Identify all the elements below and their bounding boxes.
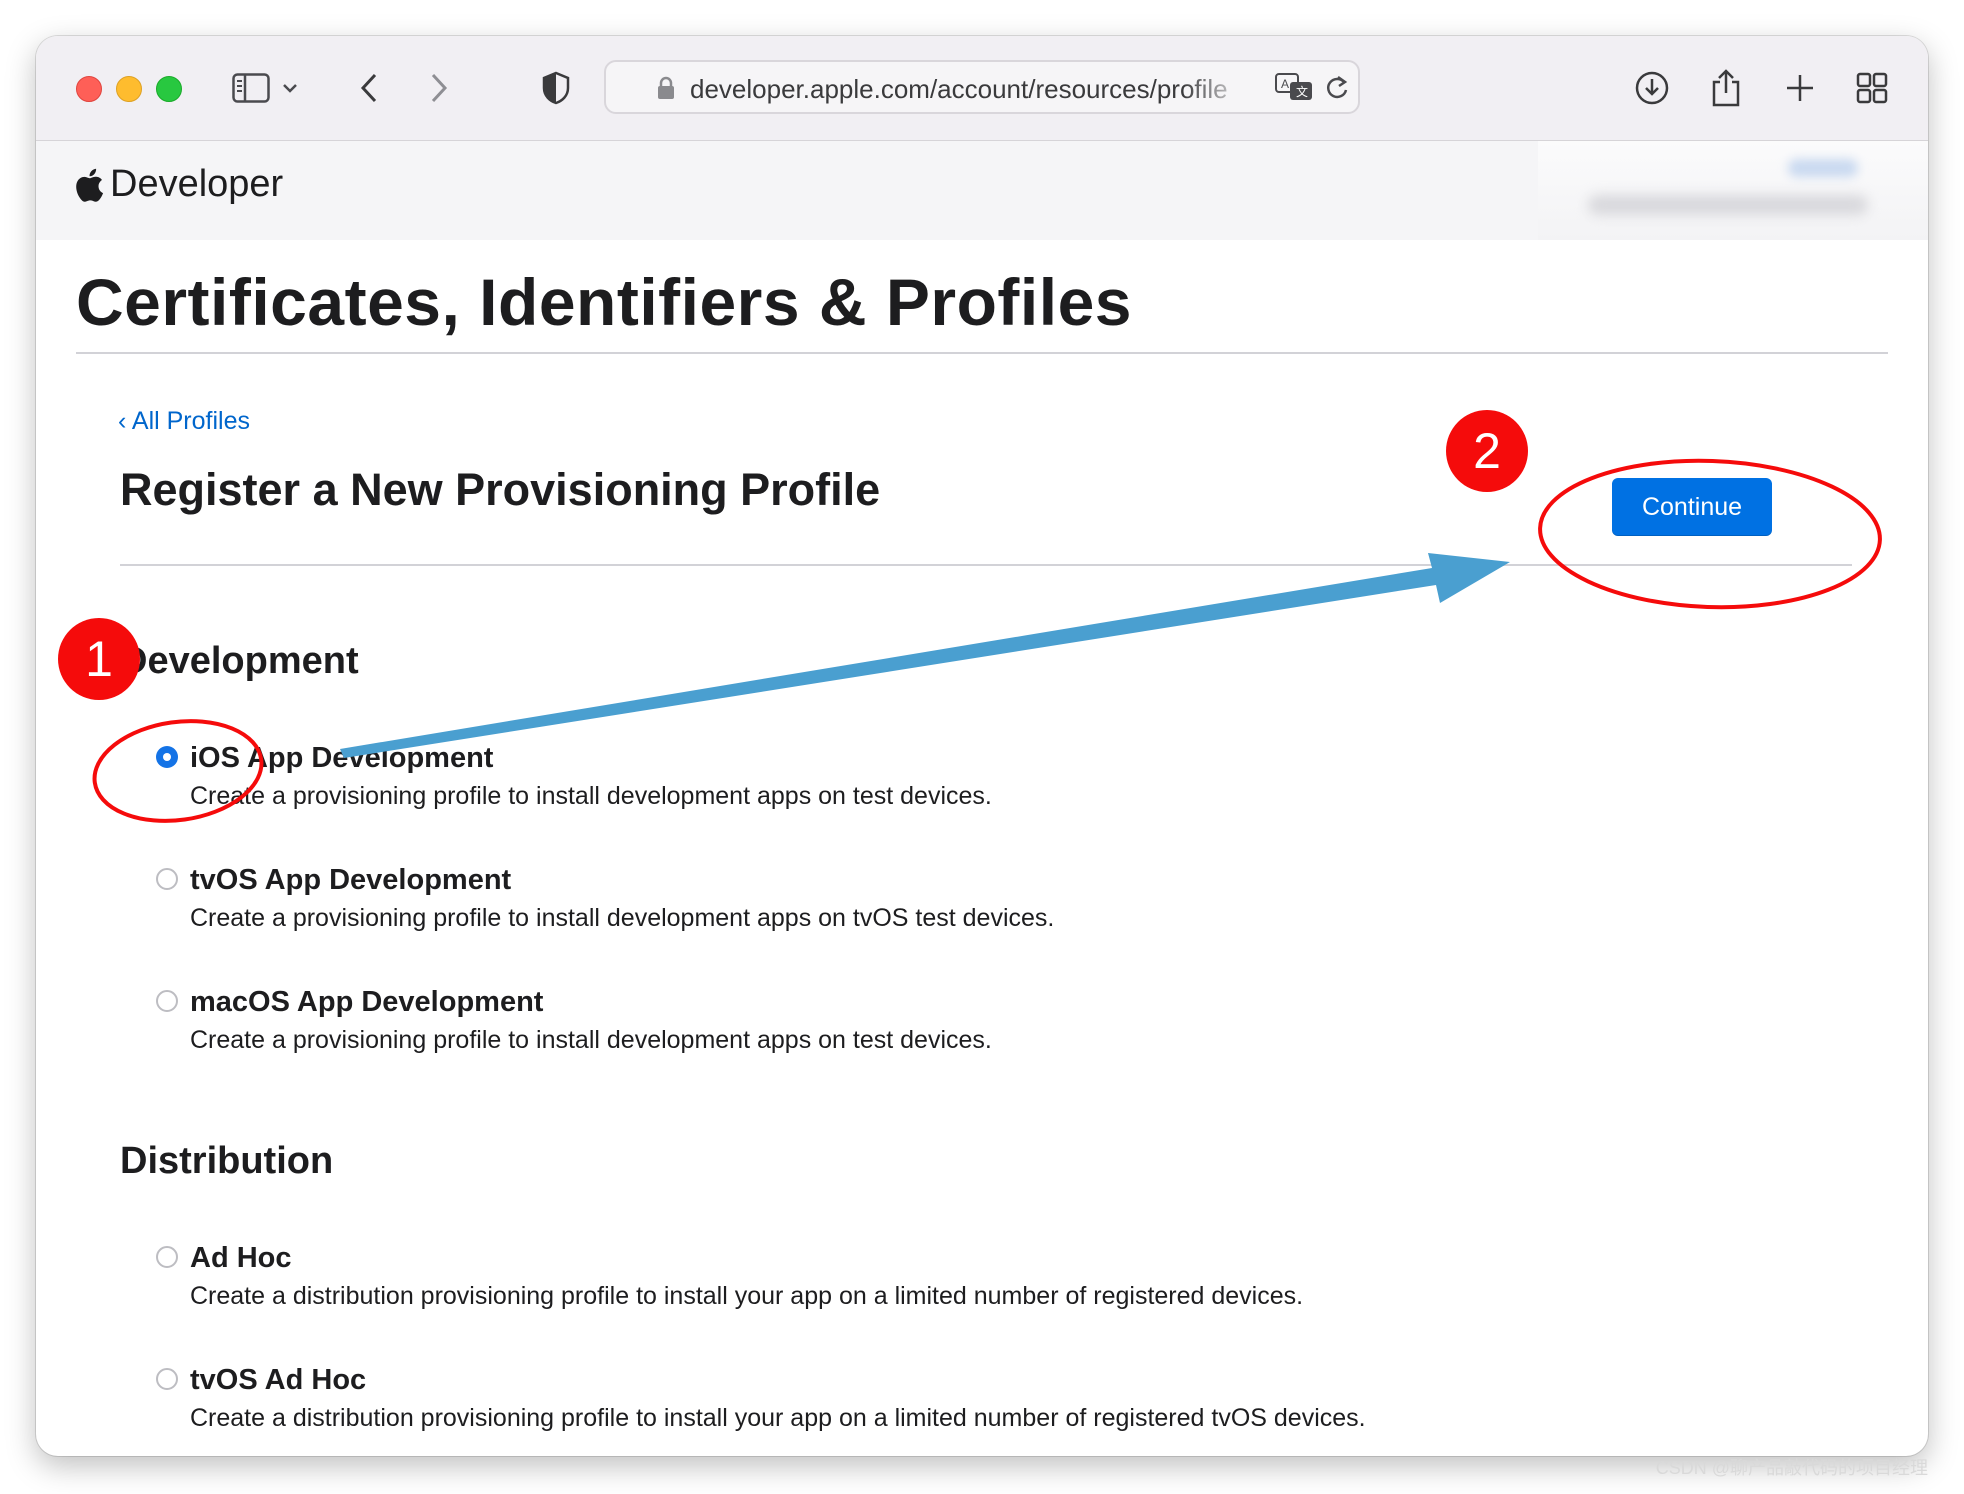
option-title: Ad Hoc xyxy=(190,1242,292,1274)
translate-icon[interactable]: A文 xyxy=(1274,72,1314,102)
close-window-button[interactable] xyxy=(76,76,102,102)
radio-macos-app-development[interactable] xyxy=(156,990,178,1012)
section-divider xyxy=(120,564,1852,566)
option-title: tvOS App Development xyxy=(190,864,512,896)
all-profiles-link[interactable]: ‹ All Profiles xyxy=(118,407,250,436)
continue-button[interactable]: Continue xyxy=(1612,478,1772,536)
radio-tvos-ad-hoc[interactable] xyxy=(156,1368,178,1390)
zoom-window-button[interactable] xyxy=(156,76,182,102)
brand-text: Developer xyxy=(110,163,284,205)
option-description: Create a provisioning profile to install… xyxy=(190,782,992,810)
browser-toolbar: developer.apple.com/account/resources/pr… xyxy=(36,36,1928,141)
tab-overview-icon[interactable] xyxy=(1854,66,1890,110)
back-icon[interactable] xyxy=(354,66,384,110)
radio-ios-app-development[interactable] xyxy=(156,746,178,768)
reload-icon[interactable] xyxy=(1324,74,1350,102)
sidebar-icon[interactable] xyxy=(229,66,273,110)
option-description: Create a provisioning profile to install… xyxy=(190,1026,992,1054)
option-title: macOS App Development xyxy=(190,986,544,1018)
lock-icon xyxy=(658,76,674,99)
developer-header: Developer xyxy=(36,141,1928,240)
step-marker-2: 2 xyxy=(1446,410,1528,492)
download-icon[interactable] xyxy=(1632,66,1672,110)
page-title: Certificates, Identifiers & Profiles xyxy=(76,265,1132,339)
new-tab-icon[interactable] xyxy=(1782,66,1818,110)
group-title-distribution: Distribution xyxy=(120,1140,334,1182)
option-description: Create a distribution provisioning profi… xyxy=(190,1404,1366,1432)
radio-tvos-app-development[interactable] xyxy=(156,868,178,890)
address-bar[interactable]: developer.apple.com/account/resources/pr… xyxy=(604,60,1360,114)
share-icon[interactable] xyxy=(1708,66,1744,110)
svg-text:文: 文 xyxy=(1296,84,1308,99)
option-title: tvOS Ad Hoc xyxy=(190,1364,367,1396)
option-description: Create a provisioning profile to install… xyxy=(190,904,1055,932)
step-marker-1: 1 xyxy=(58,618,140,700)
title-divider xyxy=(76,352,1888,354)
developer-brand[interactable]: Developer xyxy=(74,163,283,206)
watermark-text: CSDN @聊产品敲代码的项目经理 xyxy=(1655,1458,1928,1478)
chevron-down-icon[interactable] xyxy=(280,66,300,110)
section-title: Register a New Provisioning Profile xyxy=(120,464,881,515)
forward-icon[interactable] xyxy=(424,66,454,110)
option-description: Create a distribution provisioning profi… xyxy=(190,1282,1304,1310)
minimize-window-button[interactable] xyxy=(116,76,142,102)
apple-logo-icon xyxy=(76,168,104,202)
url-text: developer.apple.com/account/resources/pr… xyxy=(690,74,1228,104)
privacy-shield-icon[interactable] xyxy=(536,66,576,110)
option-title: iOS App Development xyxy=(190,742,494,774)
group-title-development: Development xyxy=(120,640,359,682)
account-info-redacted xyxy=(1538,141,1928,240)
radio-ad-hoc[interactable] xyxy=(156,1246,178,1268)
svg-text:A: A xyxy=(1281,77,1289,91)
